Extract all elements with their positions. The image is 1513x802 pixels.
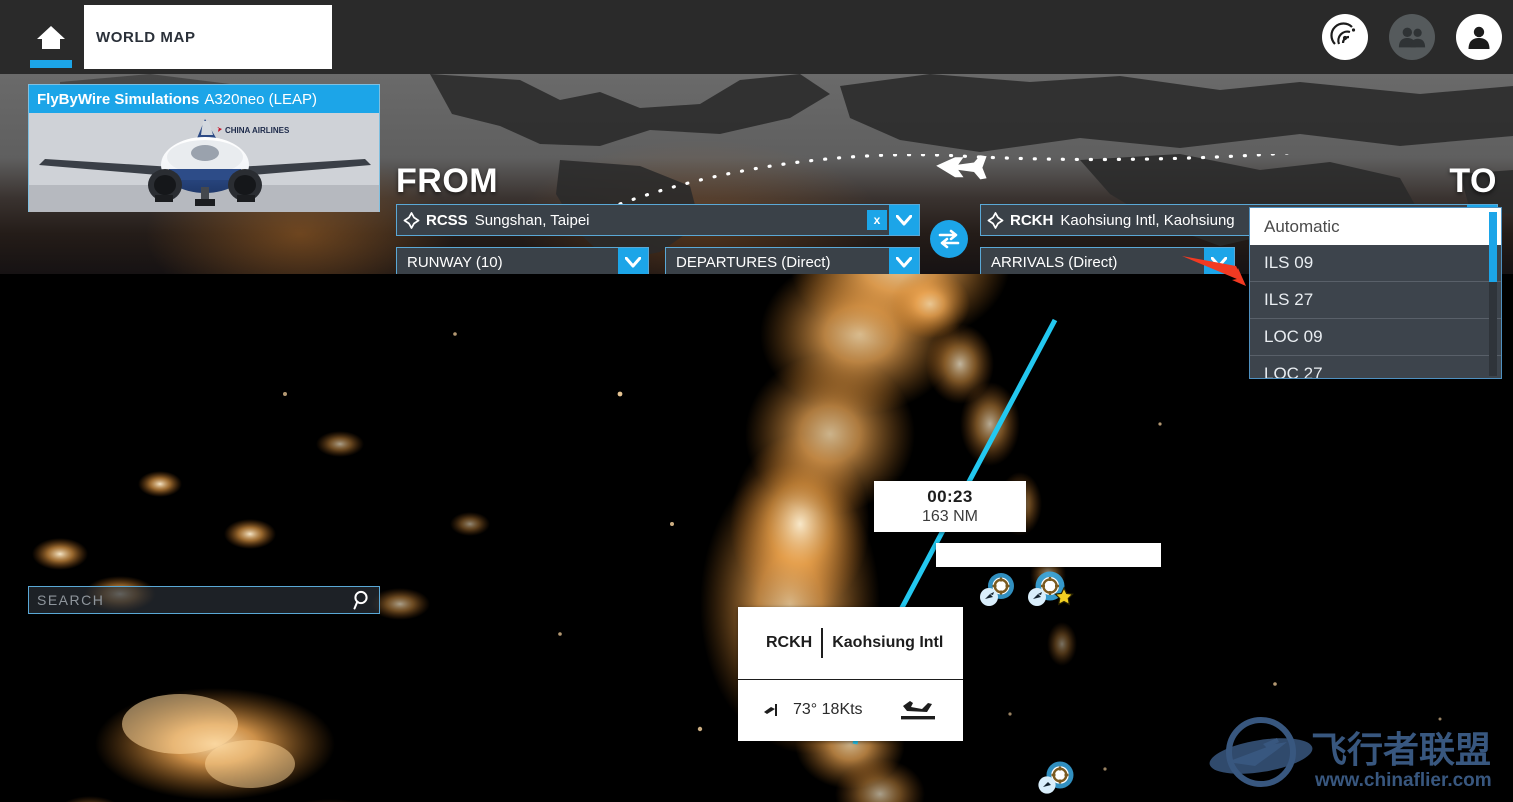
departures-select[interactable]: DEPARTURES (Direct) <box>665 247 920 274</box>
partial-tooltip-clipped <box>936 543 1161 567</box>
departure-icao: RCSS <box>426 211 468 229</box>
approach-option-ils-27[interactable]: ILS 27 <box>1250 282 1501 319</box>
search-input[interactable] <box>37 592 353 608</box>
search-icon[interactable] <box>353 590 371 610</box>
site-watermark: 飞行者联盟 www.chinaflier.com <box>1209 717 1492 791</box>
chevron-glyph <box>625 256 641 267</box>
group-glyph <box>1398 27 1426 48</box>
approach-option-label: LOC 09 <box>1264 327 1323 346</box>
approach-option-loc-27[interactable]: LOC 27 <box>1250 356 1501 379</box>
chevron-down-icon[interactable] <box>889 205 919 235</box>
profile-icon[interactable] <box>1456 14 1502 60</box>
watermark-url: www.chinaflier.com <box>1314 770 1492 791</box>
home-icon <box>37 26 65 49</box>
approach-dropdown-list[interactable]: Automatic ILS 09 ILS 27 LOC 09 LOC 27 <box>1249 207 1502 379</box>
approach-option-automatic[interactable]: Automatic <box>1250 208 1501 245</box>
profile-glyph <box>1468 26 1490 49</box>
dropdown-scrollbar-thumb[interactable] <box>1489 212 1497 282</box>
aircraft-card[interactable]: FlyByWire Simulations A320neo (LEAP) CHI… <box>28 84 380 212</box>
approach-option-label: Automatic <box>1264 216 1340 236</box>
watermark-name-cn: 飞行者联盟 <box>1311 729 1491 770</box>
departure-airport-value: RCSS Sungshan, Taipei <box>397 205 867 235</box>
search-box[interactable] <box>28 586 380 614</box>
approach-option-label: ILS 27 <box>1264 290 1314 309</box>
approach-option-ils-09[interactable]: ILS 09 <box>1250 245 1501 282</box>
home-active-underline <box>30 60 72 68</box>
eta-tooltip: 00:23 163 NM <box>874 481 1026 532</box>
departure-airport-field[interactable]: RCSS Sungshan, Taipei x <box>396 204 920 236</box>
airport-tooltip-weather: 73° 18Kts <box>738 679 963 740</box>
tab-world-map-label: WORLD MAP <box>96 28 196 46</box>
from-heading: FROM <box>396 162 499 200</box>
departure-name: Sungshan, Taipei <box>474 211 590 229</box>
arrivals-value: ARRIVALS (Direct) <box>991 253 1118 271</box>
aircraft-developer: FlyByWire Simulations <box>37 90 200 108</box>
eta-distance: 163 NM <box>921 508 979 525</box>
swap-airports-button[interactable] <box>930 220 968 258</box>
radar-glyph <box>1330 22 1356 45</box>
runway-value: RUNWAY (10) <box>407 253 503 271</box>
airport-info-tooltip[interactable]: RCKH Kaohsiung Intl 73° 18Kts <box>738 607 963 741</box>
chevron-glyph <box>896 256 912 267</box>
chevron-down-icon[interactable] <box>618 248 648 274</box>
airport-tooltip-header: RCKH Kaohsiung Intl <box>738 607 963 679</box>
top-navigation-bar: WORLD MAP <box>0 0 1513 74</box>
departures-value: DEPARTURES (Direct) <box>676 253 831 271</box>
airport-tooltip-icao: RCKH <box>766 634 813 651</box>
aircraft-title: FlyByWire Simulations A320neo (LEAP) <box>29 85 379 113</box>
tab-world-map[interactable]: WORLD MAP <box>84 5 332 69</box>
waypoint-icon <box>403 211 420 229</box>
wind-info: 73° 18Kts <box>762 701 863 719</box>
clear-departure-button[interactable]: x <box>867 210 887 230</box>
approach-option-loc-09[interactable]: LOC 09 <box>1250 319 1501 356</box>
waypoint-icon <box>987 211 1004 229</box>
windsock-icon <box>764 704 777 716</box>
airport-marker-origin-selected[interactable] <box>1026 570 1078 614</box>
approach-option-label: ILS 09 <box>1264 253 1314 272</box>
radar-icon[interactable] <box>1322 14 1368 60</box>
aircraft-thumbnail: CHINA AIRLINES <box>29 113 379 212</box>
aircraft-render: CHINA AIRLINES <box>29 113 379 212</box>
airport-tooltip-name: Kaohsiung Intl <box>832 634 944 651</box>
chevron-glyph <box>896 214 912 225</box>
aircraft-model: A320neo (LEAP) <box>204 90 317 108</box>
approach-option-label: LOC 27 <box>1264 364 1323 379</box>
to-heading: TO <box>1449 162 1497 200</box>
landing-plane-icon <box>901 701 935 720</box>
wind-value: 73° 18Kts <box>793 701 863 718</box>
destination-icao: RCKH <box>1010 211 1054 229</box>
svg-text:CHINA AIRLINES: CHINA AIRLINES <box>225 126 290 135</box>
annotation-arrow-icon <box>1182 256 1246 286</box>
eta-time: 00:23 <box>927 487 973 506</box>
group-icon[interactable] <box>1389 14 1435 60</box>
runway-select[interactable]: RUNWAY (10) <box>396 247 649 274</box>
airport-marker-east[interactable] <box>1036 759 1076 799</box>
airport-marker-rcss[interactable] <box>978 572 1016 610</box>
destination-name: Kaohsiung Intl, Kaohsiung <box>1060 211 1235 229</box>
divider <box>821 628 824 658</box>
home-button[interactable] <box>32 18 70 66</box>
chevron-down-icon[interactable] <box>889 248 919 274</box>
swap-icon <box>938 229 960 249</box>
